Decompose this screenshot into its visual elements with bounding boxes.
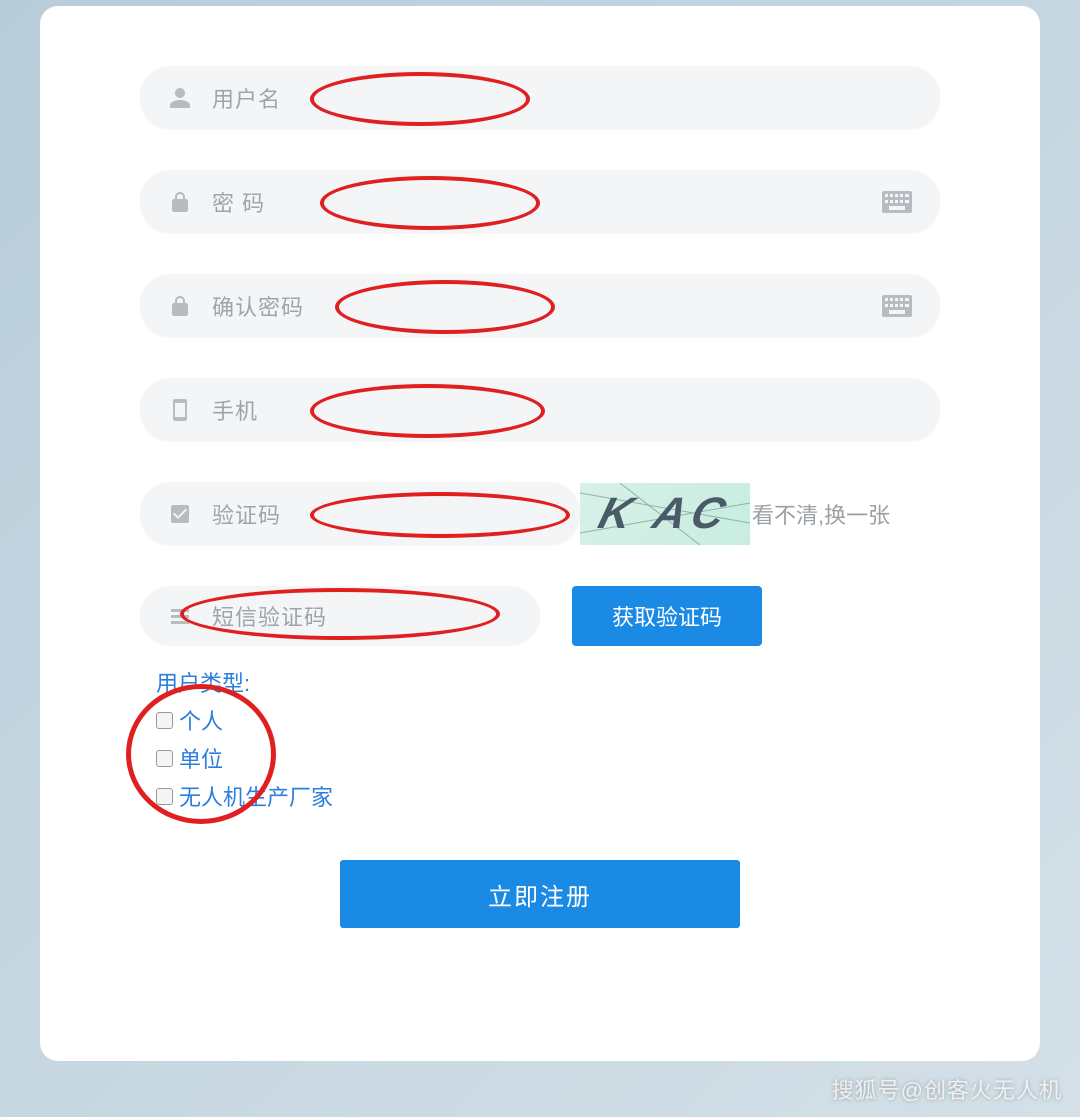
captcha-value: K AC: [593, 489, 736, 539]
user-type-block: 用户类型: 个人 单位 无人机生产厂家: [156, 666, 940, 812]
confirm-password-row[interactable]: 确认密码: [140, 274, 940, 338]
annotation-ellipse: [310, 384, 545, 438]
captcha-image: K AC: [580, 483, 750, 545]
register-button[interactable]: 立即注册: [340, 860, 740, 928]
list-icon: [168, 604, 192, 628]
user-type-option-personal[interactable]: 个人: [156, 704, 940, 736]
annotation-ellipse: [310, 72, 530, 126]
checkbox[interactable]: [156, 788, 173, 805]
checkbox-label[interactable]: 无人机生产厂家: [179, 780, 333, 812]
phone-icon: [168, 398, 192, 422]
lock-icon: [168, 294, 192, 318]
check-icon: [168, 502, 192, 526]
user-type-option-manufacturer[interactable]: 无人机生产厂家: [156, 780, 940, 812]
checkbox-label[interactable]: 个人: [179, 704, 223, 736]
keyboard-icon[interactable]: [882, 191, 912, 213]
annotation-ellipse: [335, 280, 555, 334]
sms-row: 短信验证码 获取验证码: [140, 586, 940, 646]
sms-code-label: 短信验证码: [212, 600, 327, 632]
password-row[interactable]: 密 码: [140, 170, 940, 234]
checkbox[interactable]: [156, 712, 173, 729]
sms-code-input[interactable]: 短信验证码: [140, 586, 540, 646]
checkbox[interactable]: [156, 750, 173, 767]
captcha-input[interactable]: 验证码: [140, 482, 580, 546]
registration-card: 用户名 密 码 确认密码 手机: [40, 6, 1040, 1061]
checkbox-label[interactable]: 单位: [179, 742, 223, 774]
user-icon: [168, 86, 192, 110]
password-label: 密 码: [212, 186, 265, 218]
get-sms-code-button[interactable]: 获取验证码: [572, 586, 762, 646]
user-type-option-organization[interactable]: 单位: [156, 742, 940, 774]
phone-label: 手机: [212, 394, 258, 426]
confirm-password-label: 确认密码: [212, 290, 304, 322]
keyboard-icon[interactable]: [882, 295, 912, 317]
captcha-label: 验证码: [212, 498, 281, 530]
annotation-ellipse: [310, 492, 570, 538]
username-row[interactable]: 用户名: [140, 66, 940, 130]
annotation-ellipse: [320, 176, 540, 230]
username-label: 用户名: [212, 82, 281, 114]
watermark-text: 搜狐号@创客火无人机: [832, 1073, 1062, 1105]
lock-icon: [168, 190, 192, 214]
phone-row[interactable]: 手机: [140, 378, 940, 442]
user-type-title: 用户类型:: [156, 666, 940, 698]
captcha-row: 验证码 K AC 看不清,换一张: [140, 482, 940, 546]
refresh-captcha-link[interactable]: 看不清,换一张: [752, 498, 890, 530]
